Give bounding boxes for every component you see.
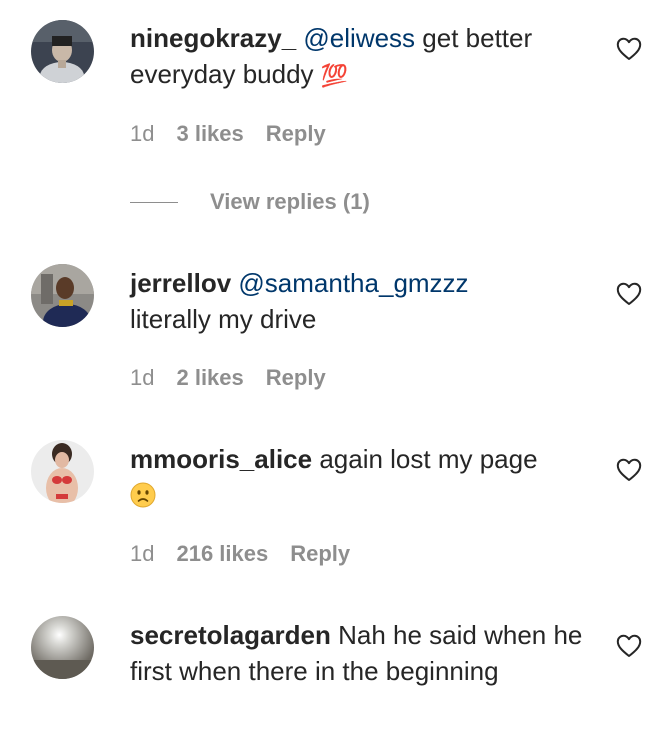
comment-mention[interactable]: @eliwess	[303, 23, 415, 53]
heart-outline-icon[interactable]	[616, 282, 642, 306]
reply-button[interactable]: Reply	[266, 121, 326, 146]
view-replies-button[interactable]: View replies (1)	[210, 189, 370, 215]
comment-body: literally my drive	[130, 304, 317, 334]
comment-body: again lost my page	[312, 444, 538, 474]
avatar[interactable]	[31, 20, 94, 83]
heart-outline-icon[interactable]	[616, 634, 642, 658]
comment-username[interactable]: secretolagarden	[130, 620, 331, 650]
comment-username[interactable]: mmooris_alice	[130, 444, 312, 474]
heart-outline-icon[interactable]	[616, 458, 642, 482]
comment-text: jerrellov @samantha_gmzzz literally my d…	[130, 265, 600, 337]
hundred-points-emoji: 💯	[320, 64, 349, 89]
comment-time[interactable]: 1d	[130, 541, 154, 566]
heart-outline-icon[interactable]	[616, 37, 642, 61]
avatar[interactable]	[31, 440, 94, 503]
avatar[interactable]	[31, 616, 94, 679]
comment-likes[interactable]: 216 likes	[176, 541, 268, 566]
comment-likes[interactable]: 2 likes	[176, 365, 243, 390]
comment-mention[interactable]: @samantha_gmzzz	[238, 268, 468, 298]
comment-likes[interactable]: 3 likes	[176, 121, 243, 146]
reply-button[interactable]: Reply	[290, 541, 350, 566]
comment-time[interactable]: 1d	[130, 365, 154, 390]
comment-meta: 1d 3 likes Reply	[130, 121, 348, 147]
divider-line	[130, 201, 178, 203]
reply-button[interactable]: Reply	[266, 365, 326, 390]
comment-meta: 1d 2 likes Reply	[130, 365, 348, 391]
comment-time[interactable]: 1d	[130, 121, 154, 146]
comment-body: get better	[415, 23, 533, 53]
comment-text: ninegokrazy_ @eliwess get better everyda…	[130, 20, 600, 95]
comment-body-continued: everyday buddy	[130, 59, 321, 89]
comment-text: mmooris_alice again lost my page	[130, 441, 600, 513]
avatar[interactable]	[31, 264, 94, 327]
comment-meta: 1d 216 likes Reply	[130, 541, 372, 567]
comment-username[interactable]: ninegokrazy_	[130, 23, 296, 53]
comment-username[interactable]: jerrellov	[130, 268, 231, 298]
view-replies-row[interactable]: View replies (1)	[130, 187, 370, 217]
comment-text: secretolagarden Nah he said when he firs…	[130, 617, 600, 689]
sad-face-emoji	[130, 481, 156, 508]
comments-list: ninegokrazy_ @eliwess get better everyda…	[0, 0, 646, 738]
